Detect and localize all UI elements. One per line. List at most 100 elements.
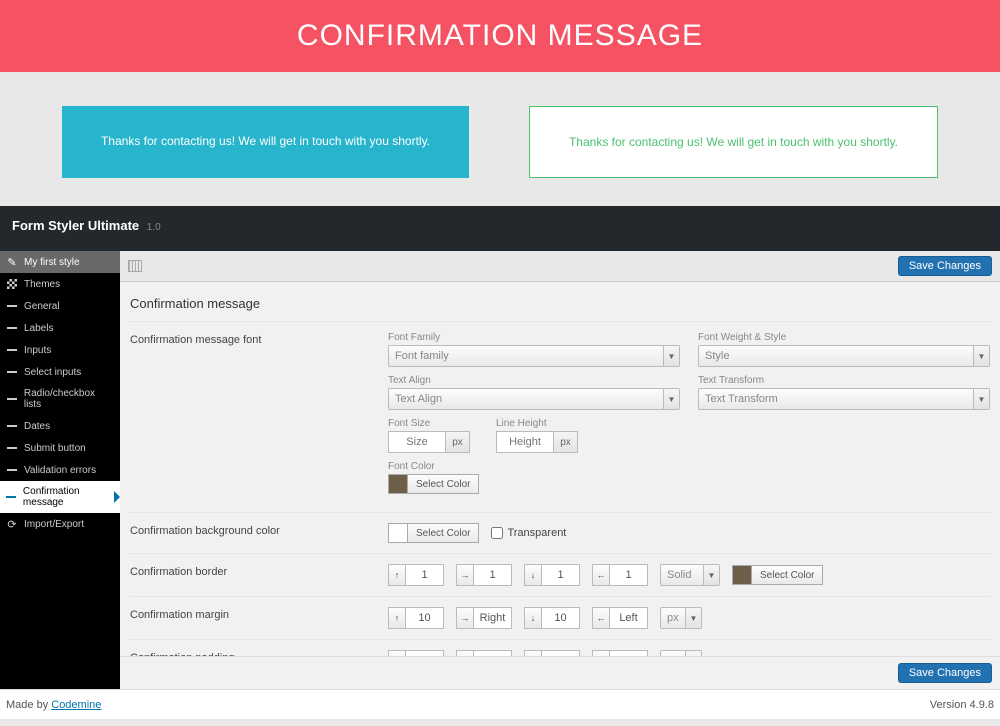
sidebar-item-my-first-style[interactable]: My first style [0,251,120,273]
border-right-input[interactable] [474,564,512,586]
toolbar: Save Changes [120,251,1000,282]
arrow-up-icon[interactable]: ↑ [388,564,406,586]
sidebar-item-inputs[interactable]: Inputs [0,339,120,361]
arrow-right-icon[interactable]: → [456,607,474,629]
margin-unit-select[interactable]: px▼ [660,607,702,629]
sidebar-item-radio-checkbox[interactable]: Radio/checkbox lists [0,383,120,415]
border-style-select[interactable]: Solid▼ [660,564,720,586]
margin-left-input[interactable] [610,607,648,629]
sidebar-item-submit-button[interactable]: Submit button [0,437,120,459]
text-align-label: Text Align [388,375,680,386]
border-color-button[interactable]: Select Color [752,565,823,585]
sidebar-item-label: Confirmation message [23,486,114,508]
arrow-left-icon[interactable]: ← [592,564,610,586]
chevron-down-icon: ▼ [703,565,719,585]
bottom-bar: Save Changes [120,656,1000,689]
made-by-link[interactable]: Codemine [51,699,101,711]
chevron-down-icon: ▼ [663,346,679,366]
bg-transparent-checkbox[interactable]: Transparent [491,527,566,539]
arrow-up-icon[interactable]: ↑ [388,607,406,629]
border-color-swatch[interactable] [732,565,752,585]
dash-icon [6,491,17,503]
chevron-down-icon: ▼ [973,389,989,409]
save-button-bottom[interactable]: Save Changes [898,663,992,683]
line-height-unit: px [554,431,578,453]
border-bottom-input[interactable] [542,564,580,586]
margin-bottom-input[interactable] [542,607,580,629]
section-label-font: Confirmation message font [130,332,388,502]
grid-icon [6,278,18,290]
sidebar-item-confirmation-message[interactable]: Confirmation message [0,481,120,513]
footer: Made by Codemine Version 4.9.8 [0,689,1000,719]
arrow-down-icon[interactable]: ↓ [524,607,542,629]
dash-icon [6,300,18,312]
padding-unit-select[interactable]: px▼ [660,650,702,656]
sidebar-item-label: Themes [24,279,60,290]
dash-icon [6,366,18,378]
sidebar-item-themes[interactable]: Themes [0,273,120,295]
sidebar-item-label: Import/Export [24,519,84,530]
font-weight-select[interactable]: Style▼ [698,345,990,367]
line-height-input[interactable] [496,431,554,453]
font-color-swatch[interactable] [388,474,408,494]
section-label-margin: Confirmation margin [130,607,388,629]
sidebar-item-label: Inputs [24,345,51,356]
panel-title: Confirmation message [130,290,990,321]
dash-icon [6,464,18,476]
line-height-label: Line Height [496,418,586,429]
sidebar-item-import-export[interactable]: Import/Export [0,513,120,535]
sidebar-item-labels[interactable]: Labels [0,317,120,339]
toolbar-grip-icon[interactable] [128,260,142,272]
version-value: 4.9.8 [970,699,994,711]
sidebar-item-general[interactable]: General [0,295,120,317]
preview-row: Thanks for contacting us! We will get in… [0,72,1000,206]
sidebar-item-label: Labels [24,323,53,334]
dash-icon [6,420,18,432]
dash-icon [6,393,18,405]
font-color-button[interactable]: Select Color [408,474,479,494]
section-label-bg: Confirmation background color [130,523,388,543]
margin-top-input[interactable] [406,607,444,629]
preview-filled: Thanks for contacting us! We will get in… [62,106,469,178]
arrow-down-icon[interactable]: ↓ [524,564,542,586]
arrow-left-icon[interactable]: ← [592,607,610,629]
border-left-input[interactable] [610,564,648,586]
hero-title: CONFIRMATION MESSAGE [297,19,703,53]
dash-icon [6,442,18,454]
bg-color-button[interactable]: Select Color [408,523,479,543]
font-size-label: Font Size [388,418,478,429]
section-label-border: Confirmation border [130,564,388,586]
border-top-input[interactable] [406,564,444,586]
sidebar: My first style Themes General Labels Inp… [0,251,120,689]
sidebar-item-validation-errors[interactable]: Validation errors [0,459,120,481]
font-size-unit: px [446,431,470,453]
text-transform-label: Text Transform [698,375,990,386]
dash-icon [6,344,18,356]
chevron-down-icon: ▼ [663,389,679,409]
edit-icon [6,256,18,268]
sidebar-item-label: My first style [24,257,80,268]
text-align-select[interactable]: Text Align▼ [388,388,680,410]
sidebar-item-select-inputs[interactable]: Select inputs [0,361,120,383]
text-transform-select[interactable]: Text Transform▼ [698,388,990,410]
margin-right-input[interactable] [474,607,512,629]
font-size-input[interactable] [388,431,446,453]
sidebar-item-label: Select inputs [24,367,81,378]
plugin-name: Form Styler Ultimate [12,218,139,233]
sidebar-item-dates[interactable]: Dates [0,415,120,437]
bg-color-swatch[interactable] [388,523,408,543]
font-family-label: Font Family [388,332,680,343]
preview-outlined: Thanks for contacting us! We will get in… [529,106,938,178]
sidebar-item-label: Submit button [24,443,86,454]
dash-icon [6,322,18,334]
chevron-down-icon: ▼ [685,608,701,628]
plugin-title-bar: Form Styler Ultimate 1.0 [0,206,1000,251]
made-by-prefix: Made by [6,699,51,711]
sidebar-item-label: Dates [24,421,50,432]
arrow-right-icon[interactable]: → [456,564,474,586]
save-button[interactable]: Save Changes [898,256,992,276]
sidebar-item-label: Validation errors [24,465,96,476]
font-family-select[interactable]: Font family▼ [388,345,680,367]
font-weight-label: Font Weight & Style [698,332,990,343]
chevron-down-icon: ▼ [973,346,989,366]
